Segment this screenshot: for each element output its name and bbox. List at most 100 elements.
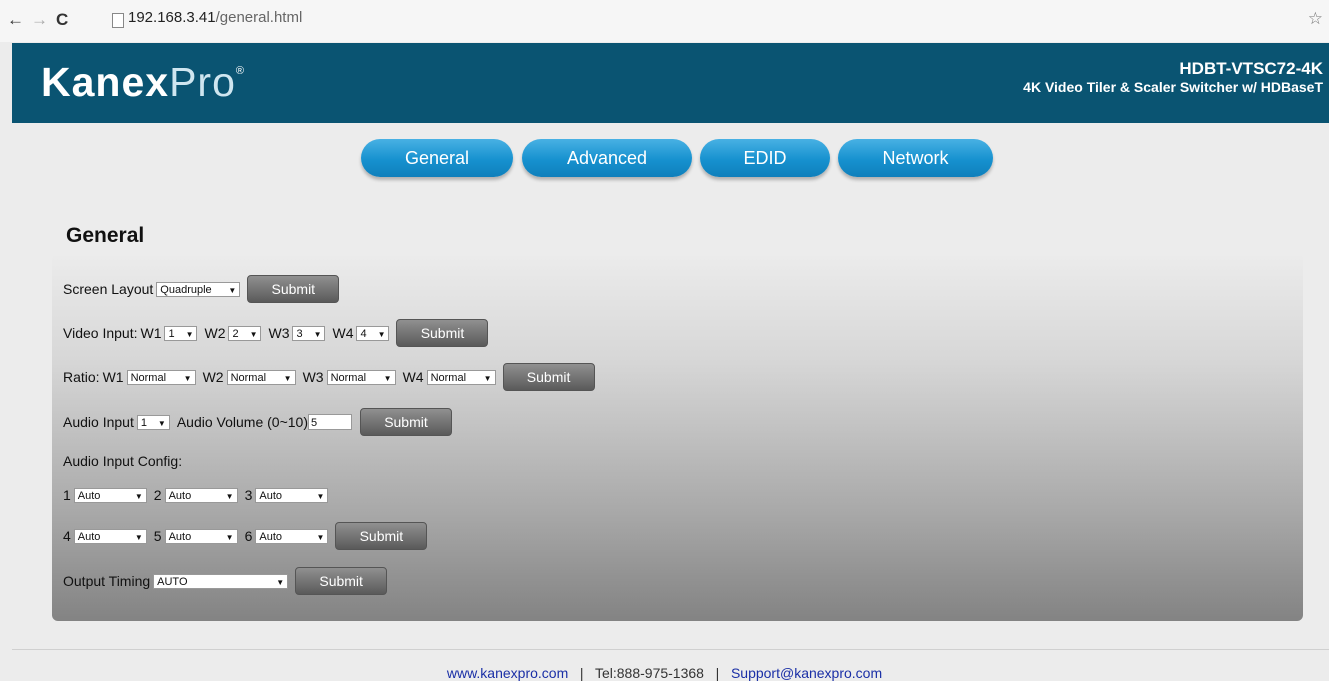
video-input-submit-button[interactable]: Submit <box>396 319 489 347</box>
audio-config-3-select[interactable]: Auto ▼ <box>255 487 329 503</box>
audio-config-label: Audio Input Config: <box>63 453 183 469</box>
dropdown-arrow-icon: ▼ <box>316 532 325 542</box>
ratio-w2-select[interactable]: Normal ▼ <box>226 369 296 385</box>
screen-layout-select[interactable]: Quadruple ▼ <box>156 281 241 297</box>
audio-config-1-select[interactable]: Auto ▼ <box>73 487 147 503</box>
tab-general[interactable]: General <box>361 139 513 177</box>
audio-submit-button[interactable]: Submit <box>359 408 452 436</box>
dropdown-arrow-icon: ▼ <box>313 329 322 339</box>
dropdown-arrow-icon: ▼ <box>249 329 258 339</box>
reload-icon[interactable]: C <box>56 10 68 30</box>
screen-layout-label: Screen Layout <box>63 281 154 297</box>
audio-config-submit-button[interactable]: Submit <box>335 522 428 550</box>
dropdown-arrow-icon: ▼ <box>183 373 192 383</box>
model-name: HDBT-VTSC72-4K <box>1179 59 1323 78</box>
footer-separator: | <box>579 665 584 681</box>
audio-config-5-select[interactable]: Auto ▼ <box>164 528 238 544</box>
screen-layout-submit-button[interactable]: Submit <box>247 275 340 303</box>
audio-config-4-label: 4 <box>63 528 71 544</box>
video-w4-label: W4 <box>332 325 354 341</box>
dropdown-arrow-icon: ▼ <box>228 285 237 295</box>
output-timing-row: Output Timing AUTO ▼ Submit <box>63 567 388 595</box>
ratio-label: Ratio: <box>63 369 100 385</box>
audio-config-6-label: 6 <box>244 528 253 544</box>
footer-separator: | <box>715 665 720 681</box>
select-value: 4 <box>360 327 367 340</box>
dropdown-arrow-icon: ▼ <box>283 373 292 383</box>
site-header: KanexPro® HDBT-VTSC72-4K 4K Video Tiler … <box>12 43 1329 123</box>
audio-config-label-row: Audio Input Config: <box>63 448 185 474</box>
tab-edid[interactable]: EDID <box>700 139 830 177</box>
select-value: Quadruple <box>160 283 212 296</box>
page-icon <box>112 13 124 28</box>
video-w1-label: W1 <box>140 325 162 341</box>
ratio-submit-button[interactable]: Submit <box>502 363 595 391</box>
url-text[interactable]: 192.168.3.41/general.html <box>128 9 302 26</box>
audio-config-2-select[interactable]: Auto ▼ <box>164 487 238 503</box>
ratio-w1-select[interactable]: Normal ▼ <box>126 369 196 385</box>
settings-panel <box>52 253 1303 621</box>
select-value: Auto <box>77 530 101 543</box>
output-timing-select[interactable]: AUTO ▼ <box>153 573 289 589</box>
video-w1-select[interactable]: 1 ▼ <box>164 325 198 341</box>
website-link[interactable]: www.kanexpro.com <box>447 665 568 681</box>
output-timing-label: Output Timing <box>63 573 151 589</box>
select-value: 1 <box>140 416 147 429</box>
bookmark-star-icon[interactable]: ☆ <box>1308 9 1323 29</box>
dropdown-arrow-icon: ▼ <box>377 329 386 339</box>
audio-volume-input[interactable]: 5 <box>307 414 352 430</box>
ratio-w4-select[interactable]: Normal ▼ <box>426 369 496 385</box>
ratio-w3-select[interactable]: Normal ▼ <box>326 369 396 385</box>
ratio-w3-label: W3 <box>302 369 324 385</box>
ratio-w2-label: W2 <box>202 369 224 385</box>
kanexpro-logo: KanexPro® <box>41 59 245 106</box>
audio-config-row-2: 4 Auto ▼ 5 Auto ▼ 6 Auto ▼ Submit <box>63 522 428 550</box>
select-value: Auto <box>168 489 192 502</box>
select-value: Normal <box>130 371 167 384</box>
dropdown-arrow-icon: ▼ <box>134 491 143 501</box>
audio-config-4-select[interactable]: Auto ▼ <box>73 528 147 544</box>
footer-divider <box>12 649 1329 650</box>
dropdown-arrow-icon: ▼ <box>483 373 492 383</box>
dropdown-arrow-icon: ▼ <box>383 373 392 383</box>
support-email-link[interactable]: Support@kanexpro.com <box>731 665 882 681</box>
video-input-label: Video Input: <box>63 325 138 341</box>
audio-input-select[interactable]: 1 ▼ <box>136 414 170 430</box>
dropdown-arrow-icon: ▼ <box>134 532 143 542</box>
page-footer: www.kanexpro.com | Tel:888-975-1368 | Su… <box>0 665 1329 681</box>
video-w4-select[interactable]: 4 ▼ <box>356 325 390 341</box>
audio-config-6-select[interactable]: Auto ▼ <box>255 528 329 544</box>
url-path: /general.html <box>215 9 303 26</box>
back-arrow-icon[interactable]: ← <box>7 10 24 30</box>
audio-volume-label: Audio Volume (0~10) <box>176 414 308 430</box>
video-w3-label: W3 <box>268 325 290 341</box>
dropdown-arrow-icon: ▼ <box>225 532 234 542</box>
dropdown-arrow-icon: ▼ <box>316 491 325 501</box>
audio-config-3-label: 3 <box>244 487 253 503</box>
ratio-w1-label: W1 <box>102 369 124 385</box>
select-value: Auto <box>77 489 101 502</box>
output-timing-submit-button[interactable]: Submit <box>295 567 388 595</box>
video-w2-select[interactable]: 2 ▼ <box>228 325 262 341</box>
product-info: HDBT-VTSC72-4K 4K Video Tiler & Scaler S… <box>1023 59 1323 96</box>
dropdown-arrow-icon: ▼ <box>276 577 285 587</box>
forward-arrow-icon[interactable]: → <box>31 10 48 30</box>
tab-network[interactable]: Network <box>838 139 993 177</box>
select-value: Auto <box>259 530 283 543</box>
select-value: AUTO <box>157 575 188 588</box>
logo-light-text: Pro <box>169 59 236 105</box>
select-value: 1 <box>168 327 175 340</box>
audio-config-1-label: 1 <box>63 487 71 503</box>
audio-row: Audio Input 1 ▼ Audio Volume (0~10) 5 Sub… <box>63 408 452 436</box>
tab-advanced[interactable]: Advanced <box>522 139 692 177</box>
screen-layout-row: Screen Layout Quadruple ▼ Submit <box>63 275 340 303</box>
video-w3-select[interactable]: 3 ▼ <box>292 325 326 341</box>
select-value: 3 <box>296 327 303 340</box>
dropdown-arrow-icon: ▼ <box>225 491 234 501</box>
video-input-row: Video Input: W1 1 ▼ W2 2 ▼ W3 3 ▼ W4 4 ▼ Sub… <box>63 319 489 347</box>
select-value: 2 <box>232 327 239 340</box>
logo-bold-text: Kanex <box>41 59 170 105</box>
dropdown-arrow-icon: ▼ <box>185 329 194 339</box>
section-title: General <box>66 224 145 247</box>
video-w2-label: W2 <box>204 325 226 341</box>
